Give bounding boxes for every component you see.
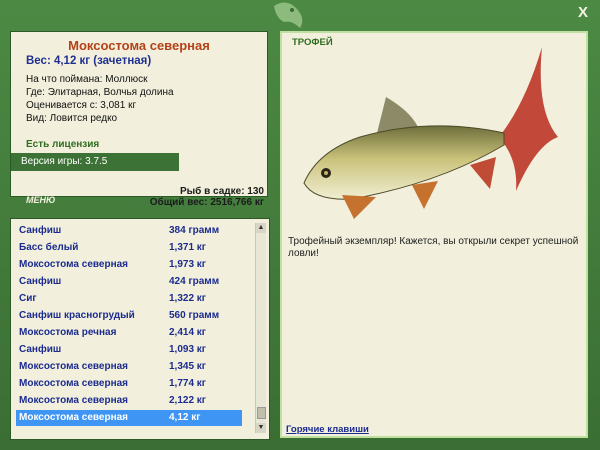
- license-label: Есть лицензия: [26, 139, 100, 150]
- close-button[interactable]: X: [578, 4, 588, 21]
- catch-name: Моксостома северная: [19, 378, 129, 389]
- catch-row[interactable]: Басс белый 1,371 кг: [16, 240, 242, 256]
- fish-image: [303, 47, 558, 219]
- catch-weight: 424 грамм: [169, 276, 220, 287]
- hotkeys-link[interactable]: Горячие клавиши: [286, 424, 369, 435]
- catch-row[interactable]: Санфиш 384 грамм: [16, 223, 242, 239]
- catch-name: Моксостома северная: [19, 395, 129, 406]
- catch-weight: 1,345 кг: [169, 361, 206, 372]
- scroll-up-icon[interactable]: ▲: [256, 223, 266, 233]
- catch-weight: 2,414 кг: [169, 327, 206, 338]
- catch-weight: 2,122 кг: [169, 395, 206, 406]
- version-bar: Версия игры: 3.7.5: [11, 153, 179, 171]
- location-line: Где: Элитарная, Волчья долина: [26, 87, 174, 98]
- fish-emblem-icon: [274, 2, 303, 28]
- catch-row[interactable]: Сиг 1,322 кг: [16, 291, 242, 307]
- catch-name: Санфиш: [19, 276, 62, 287]
- fish-count: Рыб в садке: 130: [179, 186, 264, 197]
- fish-info-panel: Моксостома северная Вес: 4,12 кг (зачетн…: [10, 31, 268, 197]
- catch-weight: 1,774 кг: [169, 378, 206, 389]
- catch-name: Моксостома речная: [19, 327, 117, 338]
- catch-name: Санфиш: [19, 344, 62, 355]
- list-scrollbar[interactable]: ▲ ▼: [255, 223, 266, 433]
- catch-row[interactable]: Санфиш 1,093 кг: [16, 342, 242, 358]
- catch-weight: 1,093 кг: [169, 344, 206, 355]
- catch-weight: 4,12 кг: [169, 412, 201, 423]
- catch-weight: 1,371 кг: [169, 242, 206, 253]
- catch-row[interactable]: Санфиш 424 грамм: [16, 274, 242, 290]
- total-weight: Общий вес: 2516,766 кг: [149, 197, 264, 208]
- catch-weight: 1,973 кг: [169, 259, 206, 270]
- catch-name: Басс белый: [19, 242, 79, 253]
- catch-weight: 1,322 кг: [169, 293, 206, 304]
- kind-line: Вид: Ловится редко: [26, 113, 118, 124]
- menu-button[interactable]: МЕНЮ: [26, 195, 55, 205]
- catch-name: Моксостома северная: [19, 361, 129, 372]
- catch-row[interactable]: Моксостома речная 2,414 кг: [16, 325, 242, 341]
- trophy-text: Трофейный экземпляр! Кажется, вы открыли…: [288, 236, 579, 259]
- catch-list[interactable]: Санфиш 384 грамм Басс белый 1,371 кг Моксост…: [10, 218, 270, 440]
- fish-weight: Вес: 4,12 кг (зачетная): [26, 55, 152, 67]
- catch-name: Санфиш: [19, 225, 62, 236]
- catch-row[interactable]: Моксостома северная 2,122 кг: [16, 393, 242, 409]
- catch-row[interactable]: Моксостома северная 1,345 кг: [16, 359, 242, 375]
- catch-name: Моксостома северная: [19, 412, 129, 423]
- catch-name: Сиг: [19, 293, 37, 304]
- valued-line: Оценивается с: 3,081 кг: [26, 100, 137, 111]
- catch-row[interactable]: Моксостома северная 4,12 кг: [16, 410, 242, 426]
- scroll-thumb[interactable]: [257, 407, 266, 419]
- catch-row[interactable]: Моксостома северная 1,774 кг: [16, 376, 242, 392]
- cage-stats: Рыб в садке: 130 Общий вес: 2516,766 кг: [108, 186, 264, 208]
- scroll-down-icon[interactable]: ▼: [256, 423, 266, 433]
- catch-name: Моксостома северная: [19, 259, 129, 270]
- catch-weight: 560 грамм: [169, 310, 220, 321]
- bait-line: На что поймана: Моллюск: [26, 74, 148, 85]
- fish-title: Моксостома северная: [68, 38, 210, 53]
- trophy-panel: ТРОФЕЙ Трофейный экземпляр! Кажется, вы …: [280, 31, 588, 438]
- catch-weight: 384 грамм: [169, 225, 220, 236]
- catch-name: Санфиш красногрудый: [19, 310, 135, 321]
- catch-row[interactable]: Моксостома северная 1,973 кг: [16, 257, 242, 273]
- catch-row[interactable]: Санфиш красногрудый 560 грамм: [16, 308, 242, 324]
